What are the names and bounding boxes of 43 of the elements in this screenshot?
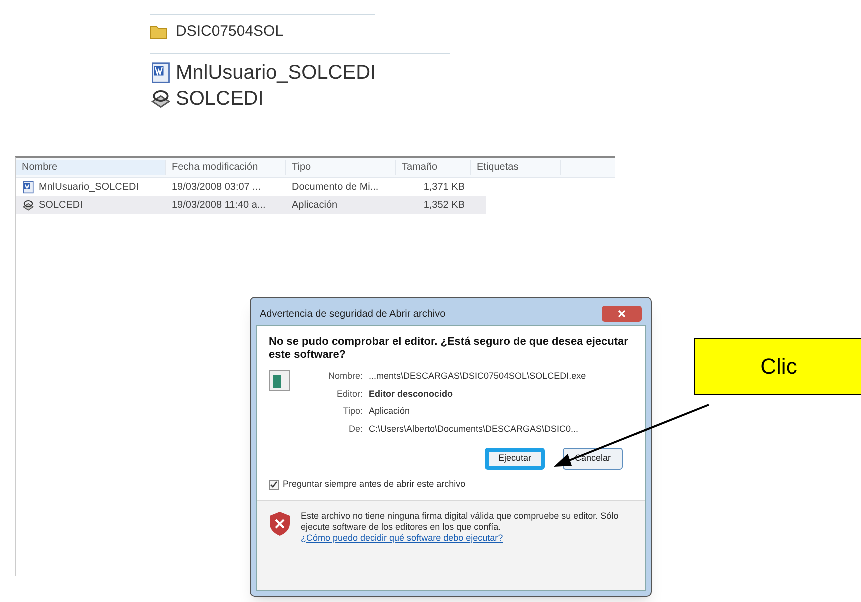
warning-text: Este archivo no tiene ninguna firma digital válida que compruebe su editor. Sólo ejecute software de los editores en los que confía. — [301, 510, 620, 532]
column-header[interactable]: Tipo — [286, 160, 396, 175]
field-value: ...ments\DESCARGAS\DSIC07504SOL\SOLCEDI.exe — [369, 370, 586, 383]
file-name: SOLCEDI — [176, 87, 264, 112]
table-cell-text: 1,352 KB — [424, 198, 465, 212]
folder-name: DSIC07504SOL — [176, 22, 284, 42]
field-label: De: — [348, 422, 363, 436]
application-icon — [269, 370, 291, 392]
help-link[interactable]: ¿Cómo puedo decidir qué software debo ejecutar? — [301, 532, 633, 544]
table-cell-text: 1,371 KB — [424, 180, 465, 194]
document-icon — [22, 180, 35, 194]
column-header[interactable]: Etiquetas — [471, 160, 561, 175]
close-button[interactable] — [602, 306, 642, 322]
shield-icon — [269, 510, 291, 536]
file-name: MnlUsuario_SOLCEDI — [176, 61, 376, 86]
table-cell-text: 19/03/2008 03:07 ... — [172, 180, 261, 194]
table-cell-text: MnlUsuario_SOLCEDI — [39, 180, 140, 194]
column-header[interactable]: Nombre — [16, 160, 166, 175]
field-value: Aplicación — [369, 405, 412, 418]
table-cell-text: SOLCEDI — [39, 198, 83, 212]
table-cell-text: Documento de Mi... — [292, 180, 379, 194]
callout-text: Clic — [760, 353, 798, 381]
column-header[interactable]: Tamaño — [396, 160, 471, 175]
table-cell-text: 19/03/2008 11:40 a... — [172, 198, 266, 212]
field-label: Nombre: — [327, 370, 363, 383]
field-label: Editor: — [336, 388, 363, 400]
document-icon — [150, 62, 172, 84]
field-value: C:\Users\Alberto\Documents\DESCARGAS\DSIC0... — [369, 422, 580, 436]
column-header[interactable]: Fecha modificación — [166, 160, 286, 175]
file-row[interactable]: MnlUsuario_SOLCEDI 19/03/2008 03:07 ... Documento de Mi... 1,371 KB — [16, 178, 486, 196]
field-value: Editor desconocido — [369, 388, 454, 400]
checkmark-icon — [270, 480, 278, 489]
table-cell-text: Aplicación — [292, 198, 338, 212]
application-icon — [22, 198, 35, 212]
file-row[interactable]: SOLCEDI 19/03/2008 11:40 a... Aplicación 1,352 KB — [16, 196, 486, 214]
checkbox-label: Preguntar siempre antes de abrir este archivo — [283, 478, 466, 491]
close-icon — [618, 310, 626, 318]
window-title: Advertencia de seguridad de Abrir archivo — [260, 308, 446, 322]
checkbox[interactable] — [269, 480, 279, 490]
field-label: Tipo: — [342, 405, 363, 418]
dialog-button[interactable]: Ejecutar — [485, 448, 545, 470]
application-icon — [150, 88, 172, 110]
dialog-heading: No se pudo comprobar el editor. ¿Está seguro de que desea ejecutar este software? — [269, 336, 630, 362]
